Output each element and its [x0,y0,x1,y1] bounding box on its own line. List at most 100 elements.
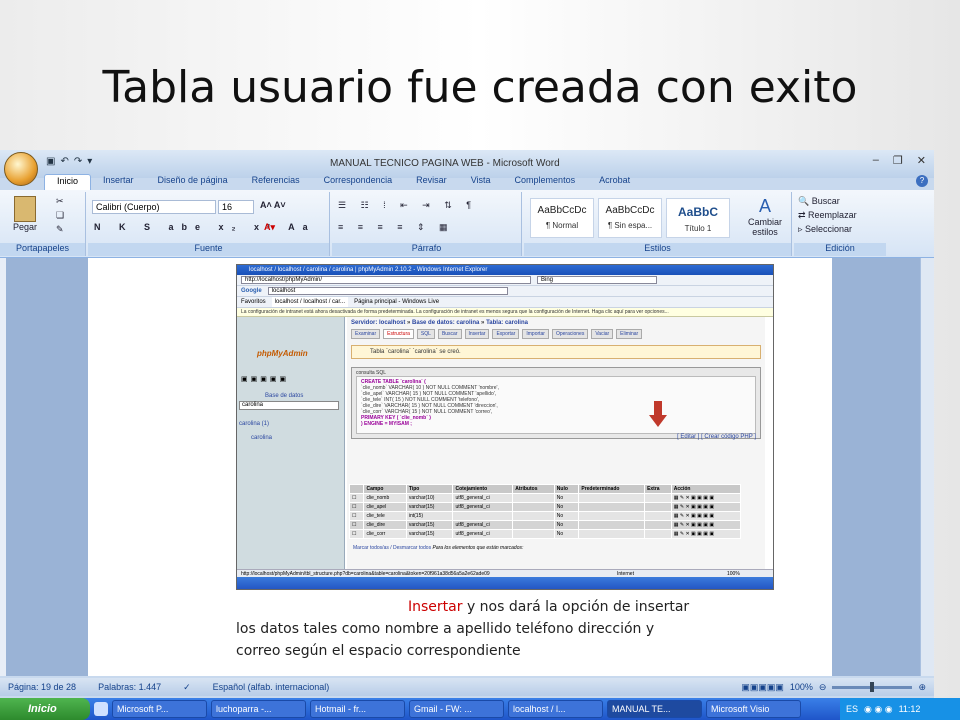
table-row: ☐ clie_apel varchar(15) utf8_general_ci … [348,502,742,512]
pma-tab-vaciar[interactable]: Vaciar [591,329,614,339]
align-buttons[interactable]: ≡ ≡ ≡ ≡ ⇕ ▦ [338,222,454,233]
style-normal[interactable]: AaBbCcDc ¶ Normal [530,198,594,238]
start-button[interactable]: Inicio [0,698,90,720]
copy-icon[interactable]: ❏ [56,210,64,221]
db-select[interactable]: carolina [239,401,339,410]
font-name-select[interactable]: Calibri (Cuerpo) [92,200,216,214]
style-titulo-1[interactable]: AaBbC Título 1 [666,198,730,238]
font-color-icon[interactable]: A▾ [264,222,275,233]
ie-tab-localhost[interactable]: localhost / localhost / car... [271,297,349,307]
undo-icon[interactable]: ↶ [60,156,68,167]
tab-acrobat[interactable]: Acrobat [587,174,642,190]
change-styles-button[interactable]: A Cambiar estilos [742,196,788,237]
find-button[interactable]: 🔍 Buscar [798,196,840,207]
grow-font-icon[interactable]: A˄ A˅ [260,200,286,210]
tab-correspondencia[interactable]: Correspondencia [312,174,405,190]
close-icon[interactable]: ✕ [917,154,926,167]
redo-icon[interactable]: ↷ [74,156,82,167]
task-localhost[interactable]: localhost / l... [508,700,603,718]
list-buttons[interactable]: ☰ ☷ ⁞ ⇤ ⇥ ⇅ ¶ [338,200,477,211]
ie-tab-live[interactable]: Página principal - Windows Live [354,297,439,307]
db-table-link[interactable]: carolina [251,435,272,441]
sql-edit-links[interactable]: [ Editar ] [ Crear código PHP ] [356,434,756,440]
spellcheck-icon[interactable]: ✓ [183,682,191,693]
task-manual[interactable]: MANUAL TE... [607,700,702,718]
format-painter-icon[interactable]: ✎ [56,224,64,235]
windows-taskbar: Inicio Microsoft P... luchoparra -... Ho… [0,698,960,720]
pma-home-icons[interactable]: ▣▣▣▣▣ [241,375,289,383]
google-search-field[interactable]: localhost [267,287,508,295]
view-buttons[interactable]: ▣▣▣▣▣ [741,682,784,693]
task-powerpoint[interactable]: Microsoft P... [112,700,207,718]
pma-tab-importar[interactable]: Importar [522,329,549,339]
row-checkbox[interactable]: ☐ [348,493,365,503]
task-gmail[interactable]: Gmail - FW: ... [409,700,504,718]
tab-insertar[interactable]: Insertar [91,174,146,190]
status-words[interactable]: Palabras: 1.447 [98,682,161,692]
pma-tab-exportar[interactable]: Exportar [492,329,520,339]
action-icons[interactable]: ▦ ✎ ✕ ▣ ▣ ▣ ▣ [670,529,742,539]
row-checkbox[interactable]: ☐ [348,502,365,512]
tray-icons[interactable]: ◉ ◉ ◉ [864,704,893,715]
format-buttons[interactable]: N K S abe x₂ x² Aa [94,222,316,232]
word-window: ▣ ↶ ↷ ▾ MANUAL TECNICO PAGINA WEB - Micr… [0,150,934,720]
pma-tab-buscar[interactable]: Buscar [437,329,462,339]
replace-button[interactable]: ⇄ Reemplazar [798,210,857,221]
row-checkbox[interactable]: ☐ [348,511,365,521]
ie-address-field[interactable]: http://localhost/phpMyAdmin/ [241,276,531,284]
row-checkbox[interactable]: ☐ [348,520,365,530]
status-language[interactable]: Español (alfab. internacional) [213,682,330,692]
table-row: ☐ clie_corr varchar(15) utf8_general_ci … [348,529,742,539]
tab-complementos[interactable]: Complementos [503,174,588,190]
tab-referencias[interactable]: Referencias [240,174,312,190]
tab-inicio[interactable]: Inicio [44,174,92,190]
help-icon[interactable]: ? [916,175,928,187]
zoom-slider[interactable] [832,681,913,692]
language-indicator[interactable]: ES [846,704,858,714]
paste-button[interactable]: Pegar [8,196,42,232]
action-icons[interactable]: ▦ ✎ ✕ ▣ ▣ ▣ ▣ [670,493,742,503]
vertical-scrollbar[interactable] [920,258,934,676]
minimize-icon[interactable]: – [873,154,879,167]
clock[interactable]: 11:12 [899,704,921,714]
group-editing: 🔍 Buscar ⇄ Reemplazar ▹ Seleccionar Edic… [794,192,886,256]
status-page[interactable]: Página: 19 de 28 [8,682,76,692]
action-icons[interactable]: ▦ ✎ ✕ ▣ ▣ ▣ ▣ [670,511,742,521]
tab-revisar[interactable]: Revisar [404,174,459,190]
zoom-out-icon[interactable]: ⊖ [819,682,827,693]
pma-tab-sql[interactable]: SQL [416,329,435,339]
tab-diseno[interactable]: Diseño de página [146,174,240,190]
action-icons[interactable]: ▦ ✎ ✕ ▣ ▣ ▣ ▣ [670,502,742,512]
intranet-info-bar[interactable]: La configuración de intranet está ahora … [237,308,773,317]
pma-tab-operaciones[interactable]: Operaciones [551,329,589,339]
task-visio[interactable]: Microsoft Visio [706,700,801,718]
pma-tab-eliminar[interactable]: Eliminar [616,329,643,339]
tab-vista[interactable]: Vista [459,174,503,190]
pma-tab-insertar[interactable]: Insertar [464,329,490,339]
quick-launch-icon[interactable] [94,702,108,716]
breadcrumb-db[interactable]: Base de datos: carolina [412,320,479,326]
mark-all-link[interactable]: Marcar todos/as / Desmarcar todos [353,545,431,551]
action-icons[interactable]: ▦ ✎ ✕ ▣ ▣ ▣ ▣ [670,520,742,530]
breadcrumb-table[interactable]: Tabla: carolina [486,320,528,326]
task-luchoparra[interactable]: luchoparra -... [211,700,306,718]
office-button[interactable] [4,152,38,186]
save-icon[interactable]: ▣ [46,156,55,167]
pma-tab-estructura[interactable]: Estructura [383,329,414,339]
cut-icon[interactable]: ✂ [56,196,64,207]
style-sin-espaciado[interactable]: AaBbCcDc ¶ Sin espa... [598,198,662,238]
customize-icon[interactable]: ▾ [87,156,92,167]
row-checkbox[interactable]: ☐ [348,529,365,539]
ie-search-field[interactable]: Bing [537,276,657,284]
breadcrumb-server[interactable]: Servidor: localhost [351,320,405,326]
db-tree-item[interactable]: carolina (1) [239,421,269,427]
pma-tab-examinar[interactable]: Examinar [351,329,381,339]
zoom-level[interactable]: 100% [790,682,813,692]
font-size-select[interactable]: 16 [218,200,254,214]
favorites-button[interactable]: Favoritos [241,297,266,307]
task-hotmail[interactable]: Hotmail - fr... [310,700,405,718]
zoom-in-icon[interactable]: ⊕ [918,682,926,693]
select-button[interactable]: ▹ Seleccionar [798,224,852,235]
document-page[interactable]: localhost / localhost / carolina / carol… [88,258,832,676]
restore-icon[interactable]: ❐ [893,154,903,167]
